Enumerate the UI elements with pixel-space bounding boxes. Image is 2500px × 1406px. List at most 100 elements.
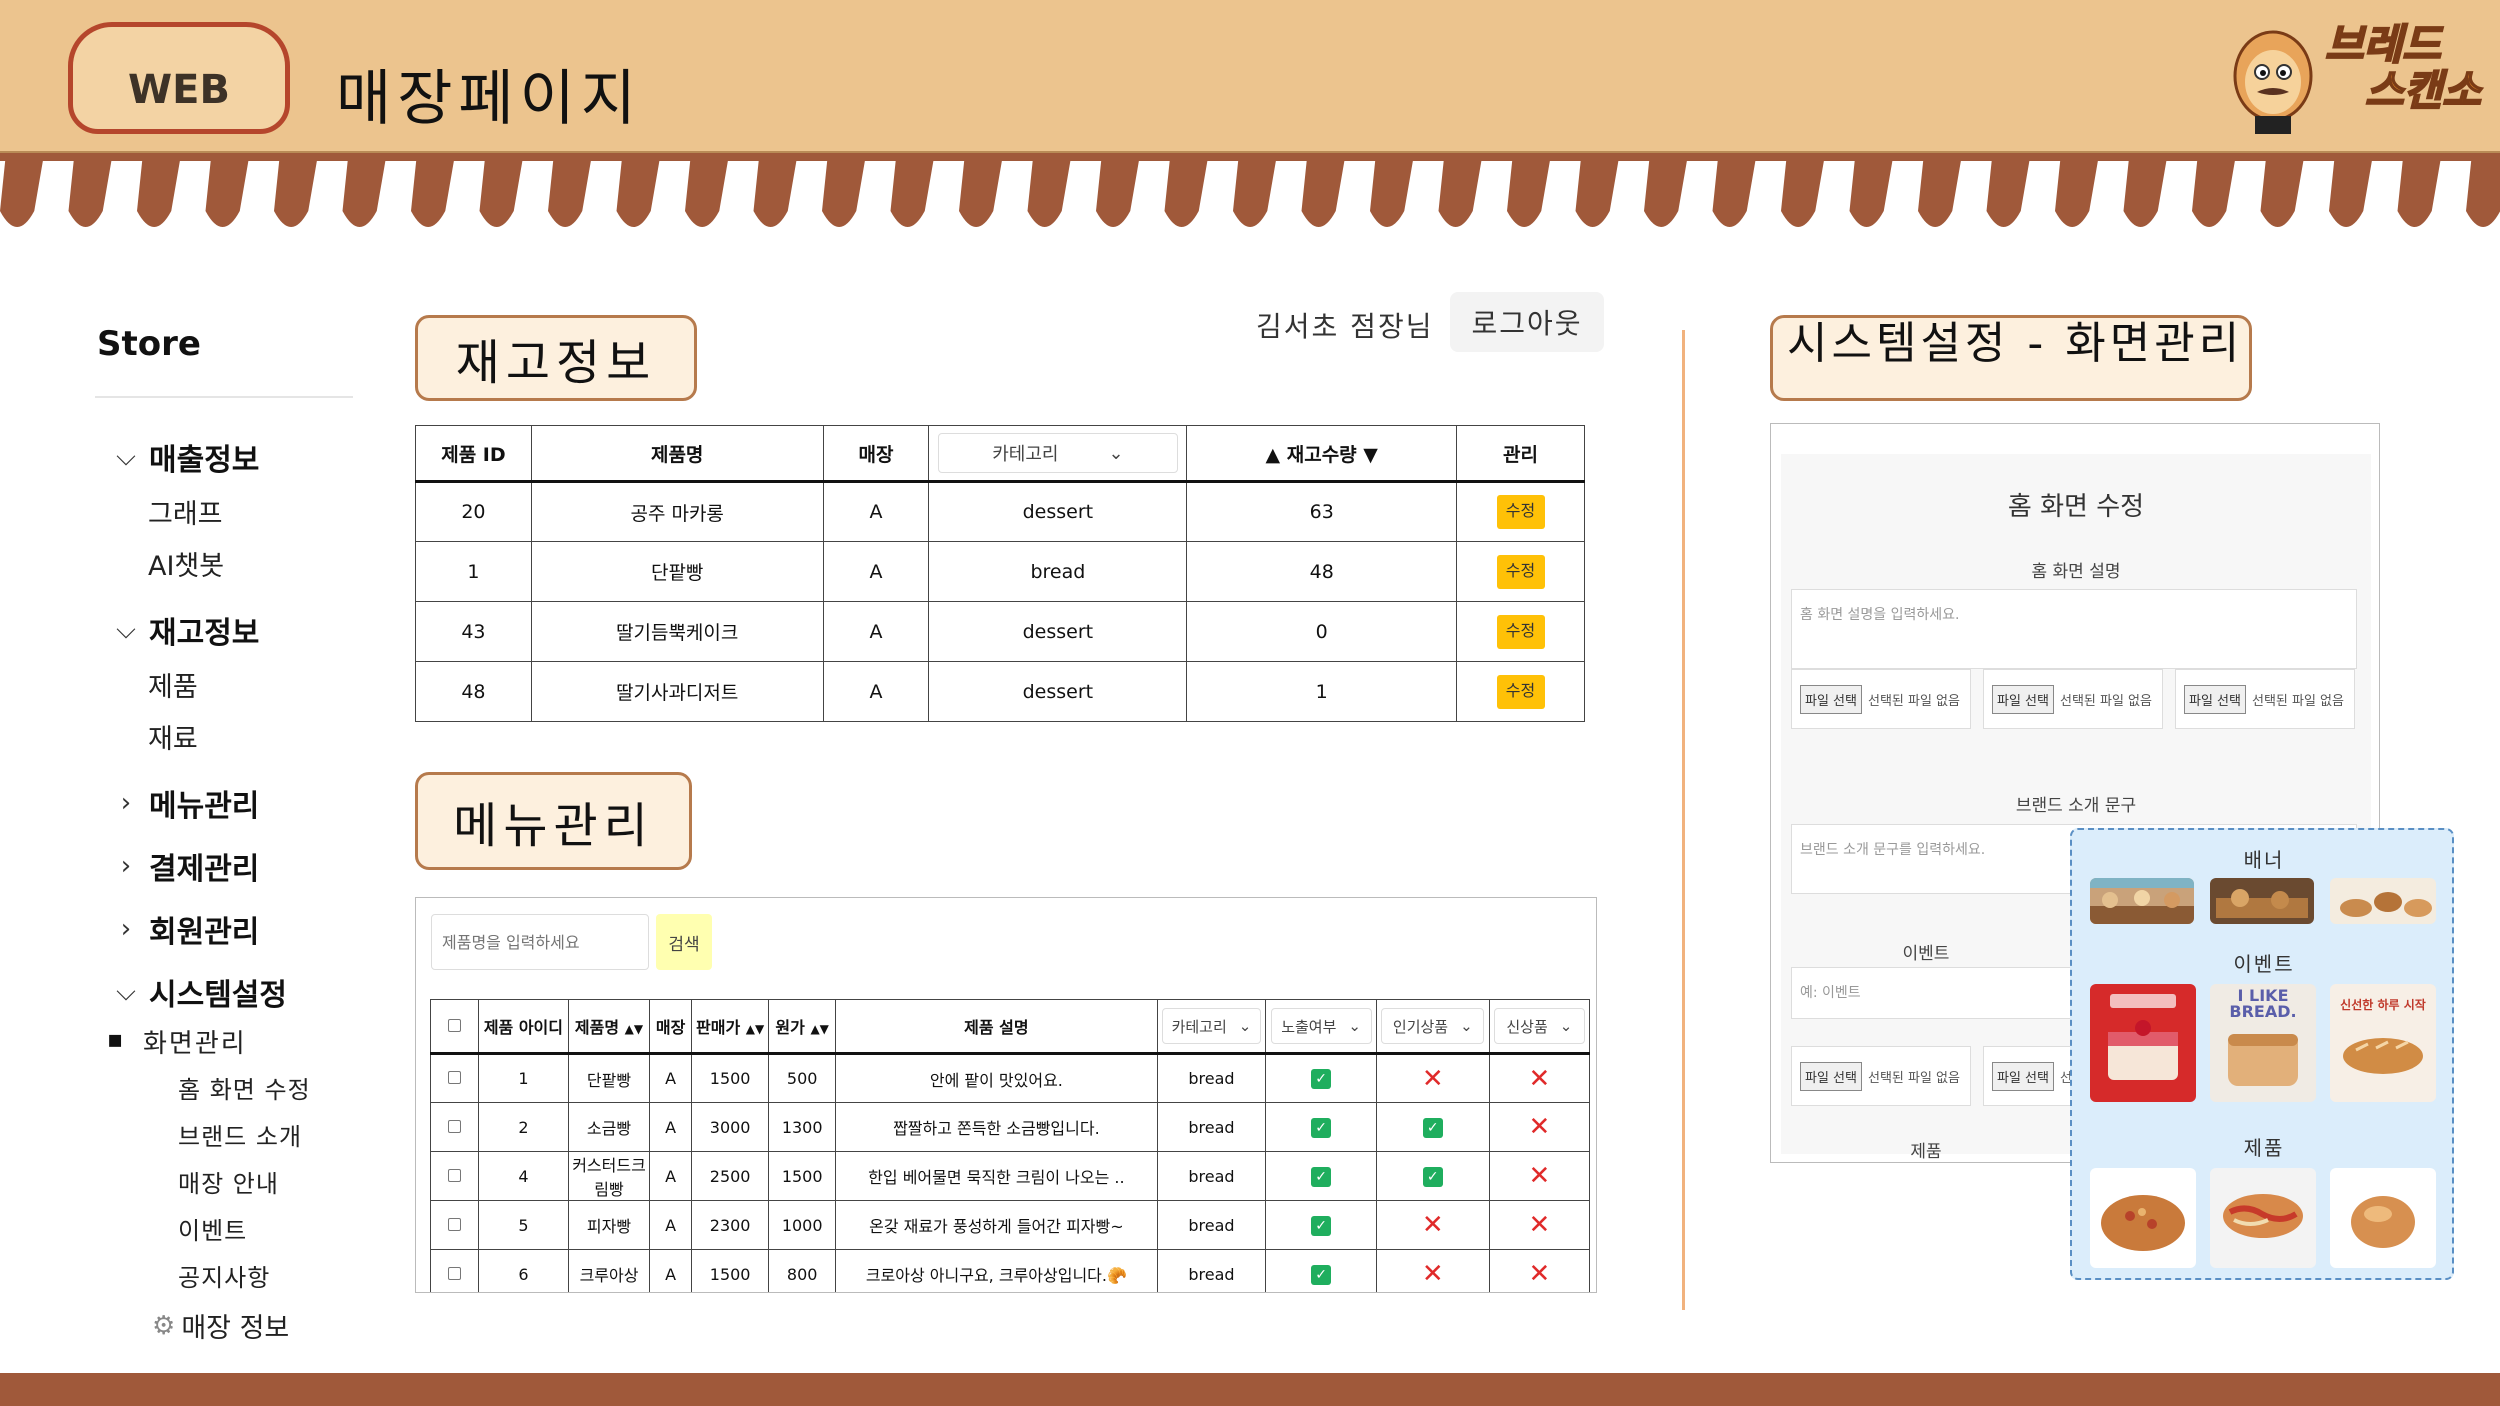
checked-icon[interactable]: ✓ <box>1265 1102 1377 1152</box>
unchecked-icon[interactable]: ✕ <box>1488 1200 1591 1250</box>
menu-search-input[interactable] <box>431 914 649 970</box>
sidebar-item-store-info[interactable]: ⚙ 매장 정보 <box>152 1306 289 1345</box>
logout-button[interactable]: 로그아웃 <box>1450 292 1604 352</box>
table-cell: dessert <box>928 481 1188 542</box>
sidebar-item-ingredients[interactable]: 재료 <box>148 717 198 756</box>
checked-icon[interactable]: ✓ <box>1265 1053 1377 1103</box>
sidebar-item-sales[interactable]: ⌵ 매출정보 <box>113 435 259 479</box>
chevron-down-icon: ⌵ <box>116 614 136 645</box>
row-checkbox[interactable] <box>429 1102 480 1152</box>
sidebar-item-members[interactable]: › 회원관리 <box>113 907 260 951</box>
web-badge-label: WEB <box>128 67 230 113</box>
sidebar-item-menu[interactable]: › 메뉴관리 <box>113 781 260 825</box>
new-select[interactable]: 신상품 ⌄ <box>1493 1008 1586 1044</box>
edit-button[interactable]: 수정 <box>1496 674 1545 709</box>
brand-logo: 브레드 스캔소 <box>2225 20 2485 140</box>
chevron-down-icon: ⌵ <box>116 441 136 472</box>
table-cell: 2 <box>478 1102 569 1152</box>
sidebar-item-inventory[interactable]: ⌵ 재고정보 <box>113 608 259 652</box>
file-select-button[interactable]: 파일 선택 <box>1992 684 2054 714</box>
sort-icon: ▲▼ <box>810 1022 829 1036</box>
file-select-button[interactable]: 파일 선택 <box>2184 684 2246 714</box>
sidebar-item-ai-chatbot[interactable]: AI챗봇 <box>148 544 224 583</box>
chevron-down-icon: ⌄ <box>1348 1017 1361 1035</box>
edit-button[interactable]: 수정 <box>1496 495 1545 529</box>
category-filter-header[interactable]: 카테고리 ⌄ <box>1156 999 1267 1055</box>
column-header[interactable]: 판매가 ▲▼ <box>690 999 770 1055</box>
category-select[interactable]: 카테고리 ⌄ <box>937 433 1178 473</box>
checked-icon[interactable]: ✓ <box>1375 1151 1490 1201</box>
file-input[interactable]: 파일 선택선택된 파일 없음 <box>2175 669 2355 729</box>
sidebar-item-graph[interactable]: 그래프 <box>148 492 223 531</box>
sidebar-item-event[interactable]: 이벤트 <box>178 1211 247 1246</box>
category-filter-header[interactable]: 카테고리 ⌄ <box>928 425 1188 483</box>
table-cell: bread <box>1156 1200 1267 1250</box>
sidebar-item-system[interactable]: ⌵ 시스템설정 <box>113 970 287 1014</box>
column-header[interactable]: 제품명 ▲▼ <box>567 999 651 1055</box>
unchecked-icon[interactable]: ✕ <box>1375 1200 1490 1250</box>
chevron-down-icon: ⌵ <box>116 976 136 1007</box>
page-title: 매장페이지 <box>336 64 642 134</box>
table-cell: A <box>649 1249 692 1292</box>
sidebar-item-home-edit[interactable]: 홈 화면 수정 <box>178 1070 311 1105</box>
file-input[interactable]: 파일 선택선택된 파일 없음 <box>1791 669 1971 729</box>
product-image <box>2090 1168 2196 1268</box>
table-cell: dessert <box>928 661 1188 722</box>
row-checkbox[interactable] <box>429 1200 480 1250</box>
table-cell: A <box>822 541 930 602</box>
preview-event-label: 이벤트 <box>2233 952 2295 976</box>
sidebar-item-screen-mgmt[interactable]: 화면관리 <box>143 1023 247 1060</box>
file-input[interactable]: 파일 선택선택된 파일 없음 <box>1983 669 2163 729</box>
sidebar-item-payment[interactable]: › 결제관리 <box>113 844 260 888</box>
category-select[interactable]: 카테고리 ⌄ <box>1161 1008 1261 1044</box>
table-cell: 48 <box>415 661 532 722</box>
checked-icon[interactable]: ✓ <box>1265 1249 1377 1292</box>
sidebar-item-notice[interactable]: 공지사항 <box>178 1258 270 1293</box>
edit-button[interactable]: 수정 <box>1496 554 1545 589</box>
checked-icon[interactable]: ✓ <box>1375 1102 1490 1152</box>
sidebar-item-brand[interactable]: 브랜드 소개 <box>178 1117 302 1152</box>
file-select-button[interactable]: 파일 선택 <box>1800 684 1862 714</box>
menu-search-button[interactable]: 검색 <box>656 914 712 970</box>
popular-select[interactable]: 인기상품 ⌄ <box>1381 1008 1485 1044</box>
sidebar-item-products[interactable]: 제품 <box>148 665 198 704</box>
product-image <box>2330 1168 2436 1268</box>
stock-sort-header[interactable]: ▲ 재고수량 ▼ <box>1186 425 1458 483</box>
unchecked-icon[interactable]: ✕ <box>1488 1053 1591 1103</box>
unchecked-icon[interactable]: ✕ <box>1488 1151 1591 1201</box>
unchecked-icon[interactable]: ✕ <box>1375 1249 1490 1292</box>
sidebar-item-store-guide[interactable]: 매장 안내 <box>178 1164 279 1199</box>
chevron-down-icon: ⌄ <box>1460 1017 1473 1035</box>
row-checkbox[interactable] <box>429 1151 480 1201</box>
menu-table: 제품 아이디 제품명 ▲▼ 매장 판매가 ▲▼ 원가 ▲▼ 제품 설명 카테고리… <box>429 999 1591 1292</box>
visible-filter-header[interactable]: 노출여부 ⌄ <box>1265 999 1377 1055</box>
row-checkbox[interactable] <box>429 1249 480 1292</box>
table-header-row: 제품 아이디 제품명 ▲▼ 매장 판매가 ▲▼ 원가 ▲▼ 제품 설명 카테고리… <box>429 999 1591 1055</box>
unchecked-icon[interactable]: ✕ <box>1375 1053 1490 1103</box>
table-cell: 1500 <box>690 1053 770 1103</box>
sort-icon: ▲▼ <box>745 1022 765 1036</box>
check-icon: ✓ <box>1311 1166 1332 1187</box>
brand-label: 브랜드 소개 문구 <box>2015 796 2137 816</box>
row-checkbox[interactable] <box>429 1053 480 1103</box>
visible-select[interactable]: 노출여부 ⌄ <box>1270 1008 1372 1044</box>
file-input[interactable]: 파일 선택선택된 파일 없음 <box>1791 1046 1971 1106</box>
new-filter-header[interactable]: 신상품 ⌄ <box>1488 999 1591 1055</box>
unchecked-icon[interactable]: ✕ <box>1488 1102 1591 1152</box>
chevron-down-icon: ⌄ <box>1238 1017 1252 1035</box>
check-icon: ✓ <box>1422 1166 1443 1187</box>
file-select-button[interactable]: 파일 선택 <box>1992 1061 2054 1091</box>
popular-filter-header[interactable]: 인기상품 ⌄ <box>1375 999 1490 1055</box>
table-row: 20 공주 마카롱 Adessert 63 수정 <box>415 481 1585 542</box>
file-select-button[interactable]: 파일 선택 <box>1800 1061 1862 1091</box>
home-desc-textarea[interactable]: 홈 화면 설명을 입력하세요. <box>1791 589 2357 669</box>
checked-icon[interactable]: ✓ <box>1265 1151 1377 1201</box>
select-all-checkbox[interactable] <box>429 999 480 1055</box>
unchecked-icon[interactable]: ✕ <box>1488 1249 1591 1292</box>
column-header: 관리 <box>1456 425 1585 483</box>
checked-icon[interactable]: ✓ <box>1265 1200 1377 1250</box>
edit-button[interactable]: 수정 <box>1496 614 1545 649</box>
column-header[interactable]: 원가 ▲▼ <box>768 999 837 1055</box>
inventory-section-label: 재고정보 <box>415 315 697 401</box>
table-cell: bread <box>928 541 1188 602</box>
